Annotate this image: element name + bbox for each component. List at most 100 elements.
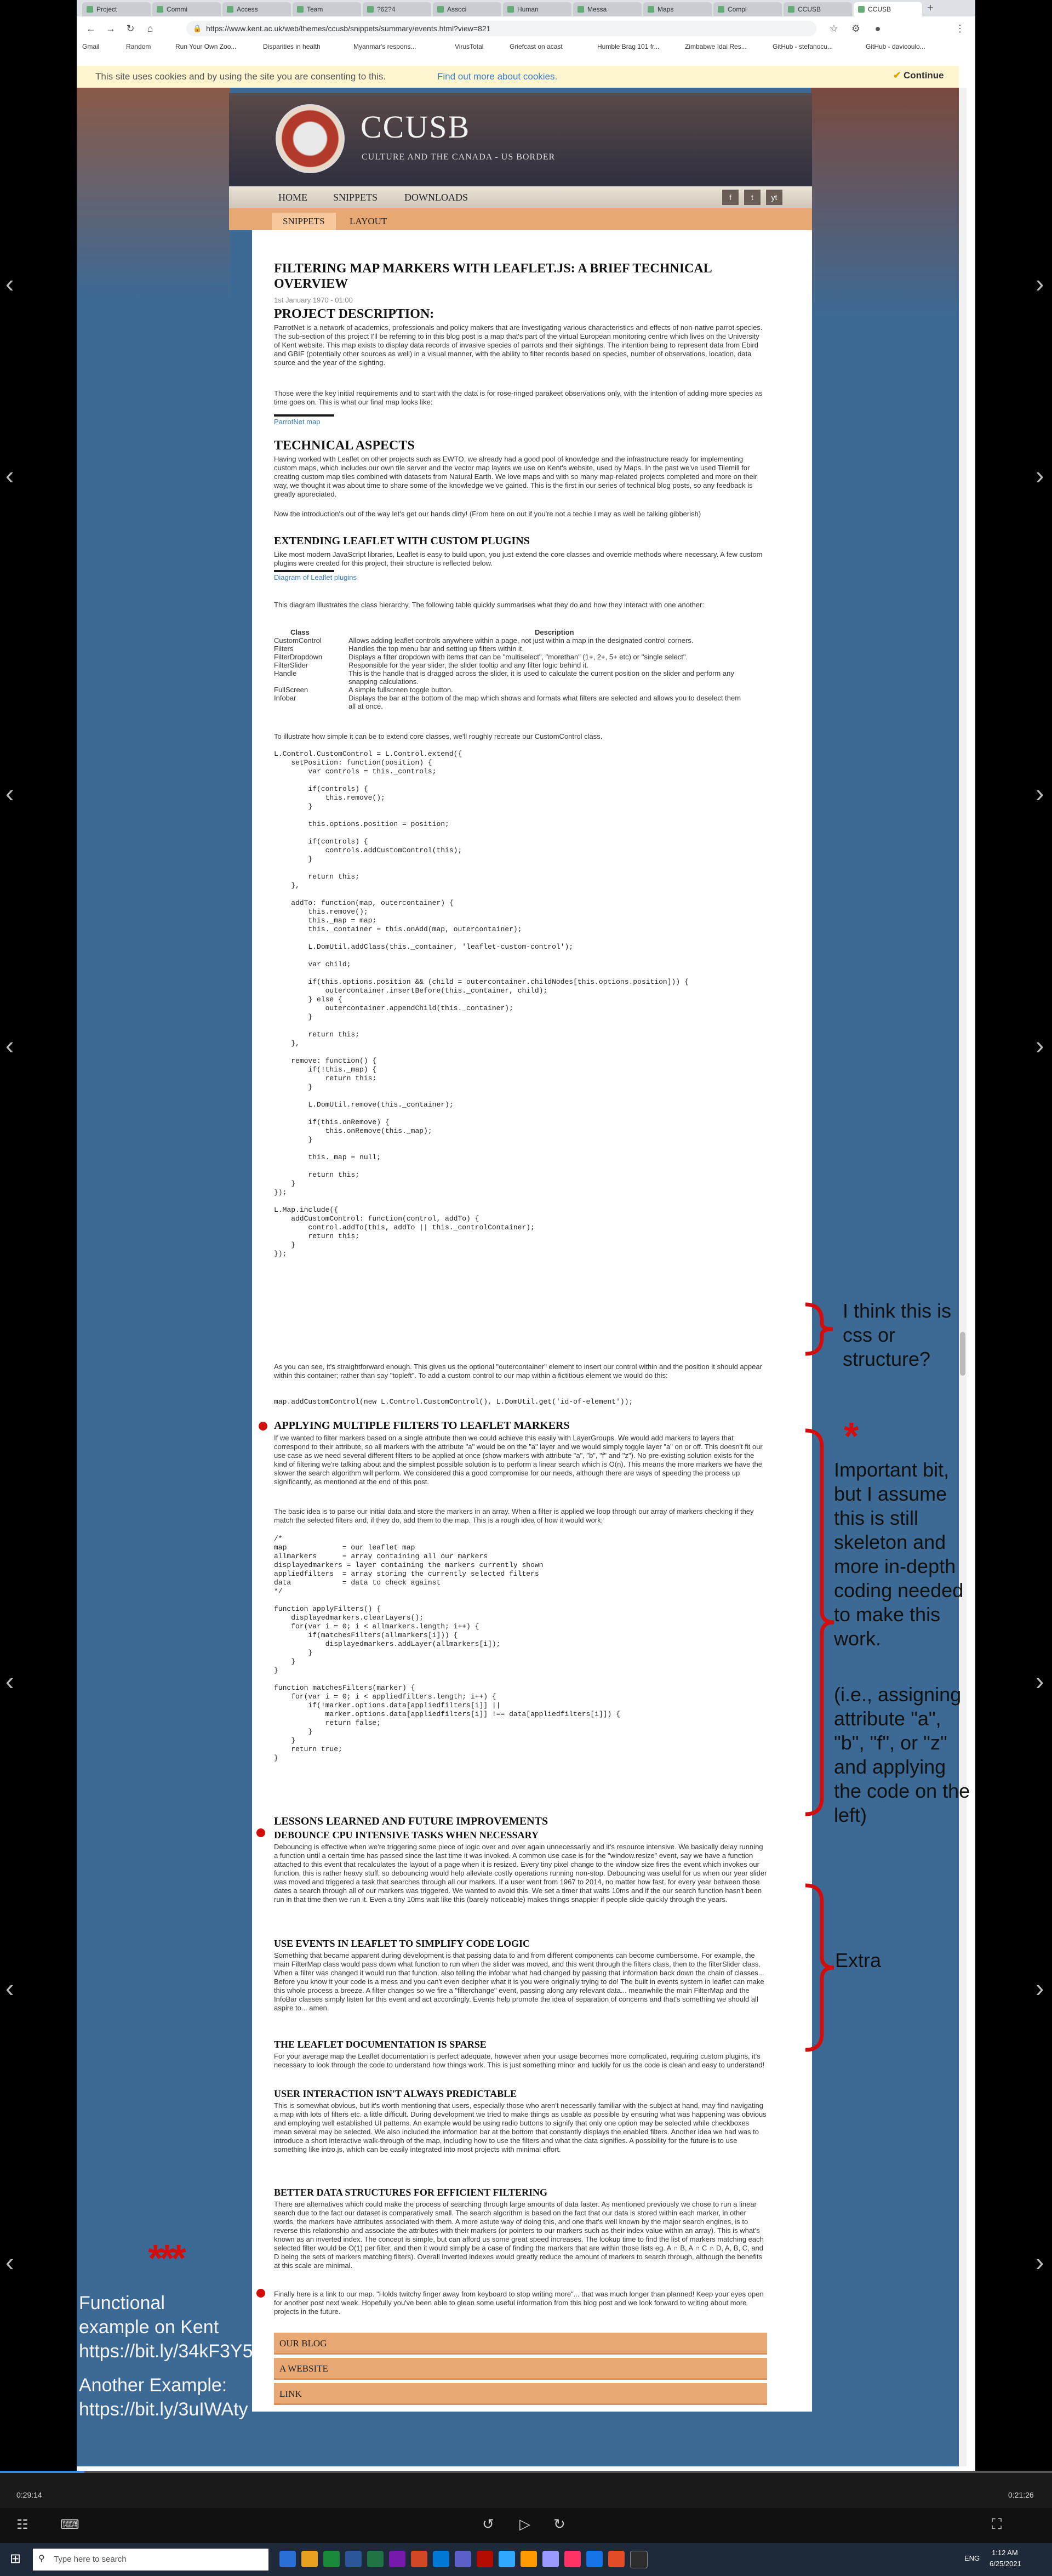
heading-multiple-filters: APPLYING MULTIPLE FILTERS TO LEAFLET MAR…	[274, 1420, 570, 1432]
next-arrow-icon[interactable]: ›	[1036, 269, 1044, 298]
browser-tab-active[interactable]: CCUSB	[854, 2, 922, 16]
language-indicator[interactable]: ENG	[964, 2554, 980, 2562]
bookmark-item[interactable]: VirusTotal	[455, 43, 483, 50]
bookmark-item[interactable]: Zimbabwe Idai Res...	[685, 43, 747, 50]
nav-snippets[interactable]: SNIPPETS	[333, 192, 378, 203]
footer-link-blog[interactable]: OUR BLOG	[274, 2333, 767, 2355]
browser-tab[interactable]: Human	[503, 2, 571, 16]
browser-tab[interactable]: Access	[222, 2, 291, 16]
prev-arrow-icon[interactable]: ‹	[5, 1030, 14, 1060]
bookmark-item[interactable]: Humble Brag 101 fr...	[597, 43, 659, 50]
fullscreen-icon[interactable]: ⛶	[992, 2516, 1002, 2533]
premiere-icon[interactable]	[542, 2551, 559, 2567]
browser-tab[interactable]: Associ	[433, 2, 501, 16]
nav-home[interactable]: HOME	[278, 192, 307, 203]
bookmark-item[interactable]: Gmail	[82, 43, 99, 50]
menu-icon[interactable]: ⋮	[953, 22, 967, 35]
bookmark-item[interactable]: GitHub - davicoulo...	[866, 43, 925, 50]
file-explorer-icon[interactable]	[301, 2551, 318, 2567]
next-arrow-icon[interactable]: ›	[1036, 1666, 1044, 1696]
next-arrow-icon[interactable]: ›	[1036, 460, 1044, 490]
bookmark-item[interactable]: Disparities in health	[263, 43, 321, 50]
address-bar[interactable]: 🔒 https://www.kent.ac.uk/web/themes/ccus…	[186, 21, 816, 36]
back-icon[interactable]: ←	[84, 22, 98, 35]
chrome-icon[interactable]	[323, 2551, 340, 2567]
app-icon[interactable]	[630, 2551, 648, 2568]
caption-icon[interactable]: ⌨	[60, 2517, 79, 2533]
next-arrow-icon[interactable]: ›	[1036, 2247, 1044, 2277]
bookmark-item[interactable]: Random	[126, 43, 151, 50]
powerpoint-icon[interactable]	[411, 2551, 427, 2567]
app-icon[interactable]	[608, 2551, 625, 2567]
new-tab-button[interactable]: +	[927, 2, 934, 15]
prev-arrow-icon[interactable]: ‹	[5, 269, 14, 298]
browser-tab[interactable]: Team	[293, 2, 361, 16]
taskbar-date[interactable]: 6/25/2021	[990, 2560, 1021, 2568]
footer-link-website[interactable]: A WEBSITE	[274, 2358, 767, 2380]
browser-tab[interactable]: CCUSB	[784, 2, 852, 16]
app-icon[interactable]	[586, 2551, 603, 2567]
outlook-icon[interactable]	[433, 2551, 449, 2567]
taskbar-search[interactable]: ⚲ Type here to search	[33, 2549, 268, 2571]
profile-icon[interactable]: ●	[871, 22, 884, 35]
word-icon[interactable]	[345, 2551, 362, 2567]
youtube-icon[interactable]: yt	[766, 190, 782, 205]
excel-icon[interactable]	[367, 2551, 384, 2567]
next-arrow-icon[interactable]: ›	[1036, 1973, 1044, 2003]
table-cell: Handles the top menu bar and setting up …	[348, 645, 524, 653]
task-view-icon[interactable]	[279, 2551, 296, 2567]
forward-icon[interactable]: →	[104, 22, 117, 35]
illustrator-icon[interactable]	[521, 2551, 537, 2567]
prev-arrow-icon[interactable]: ‹	[5, 1666, 14, 1696]
twitter-icon[interactable]: t	[744, 190, 761, 205]
prev-arrow-icon[interactable]: ‹	[5, 778, 14, 808]
onenote-icon[interactable]	[389, 2551, 405, 2567]
nav-downloads[interactable]: DOWNLOADS	[404, 192, 468, 203]
photoshop-icon[interactable]	[499, 2551, 515, 2567]
prev-arrow-icon[interactable]: ‹	[5, 1973, 14, 2003]
browser-tab[interactable]: Maps	[643, 2, 712, 16]
play-icon[interactable]: ▷	[519, 2516, 530, 2533]
bookmark-item[interactable]: Griefcast on acast	[510, 43, 563, 50]
acrobat-icon[interactable]	[477, 2551, 493, 2567]
browser-tab[interactable]: ?62?4	[363, 2, 431, 16]
site-logo[interactable]	[276, 104, 345, 173]
taskbar-clock[interactable]: 1:12 AM	[992, 2549, 1018, 2557]
page-scrollbar[interactable]	[959, 88, 967, 2466]
cookie-continue-button[interactable]: ✔ Continue	[893, 70, 944, 81]
facebook-icon[interactable]: f	[722, 190, 739, 205]
browser-tab[interactable]: Project	[82, 2, 151, 16]
taskbar: ⊞ ⚲ Type here to search ENG 1:12 AM 6/25…	[0, 2543, 1052, 2576]
paragraph: Now the introduction's out of the way le…	[274, 510, 701, 518]
home-icon[interactable]: ⌂	[144, 22, 157, 35]
bookmark-item[interactable]: GitHub - stefanocu...	[773, 43, 833, 50]
forward-skip-icon[interactable]: ↻	[553, 2516, 565, 2533]
next-arrow-icon[interactable]: ›	[1036, 778, 1044, 808]
cookie-link[interactable]: Find out more about cookies.	[437, 71, 557, 82]
browser-tab[interactable]: Commi	[152, 2, 221, 16]
prev-arrow-icon[interactable]: ‹	[5, 2247, 14, 2277]
bookmark-item[interactable]: Run Your Own Zoo...	[175, 43, 236, 50]
prev-arrow-icon[interactable]: ‹	[5, 460, 14, 490]
paragraph: For your average map the Leaflet documen…	[274, 2052, 765, 2069]
browser-toolbar: ← → ↻ ⌂ 🔒 https://www.kent.ac.uk/web/the…	[77, 16, 975, 41]
video-progress-track[interactable]	[0, 2471, 1052, 2473]
extension-icon[interactable]: ⚙	[849, 22, 862, 35]
teams-icon[interactable]	[455, 2551, 471, 2567]
browser-tab[interactable]: Messa	[573, 2, 642, 16]
subnav-snippets[interactable]: SNIPPETS	[272, 213, 336, 230]
reload-icon[interactable]: ↻	[124, 22, 137, 35]
next-arrow-icon[interactable]: ›	[1036, 1030, 1044, 1060]
red-brace-1	[805, 1302, 833, 1356]
browser-tab[interactable]: Compl	[713, 2, 782, 16]
indesign-icon[interactable]	[564, 2551, 581, 2567]
rewind-icon[interactable]: ↺	[482, 2516, 494, 2533]
windows-start-icon[interactable]: ⊞	[10, 2551, 21, 2567]
subnav-layout[interactable]: LAYOUT	[339, 213, 398, 230]
bookmark-star-icon[interactable]: ☆	[827, 22, 841, 35]
footer-link[interactable]: LINK	[274, 2383, 767, 2405]
bookmark-item[interactable]: Myanmar's respons...	[353, 43, 416, 50]
table-cell: FilterSlider	[274, 661, 308, 669]
subtitle-icon[interactable]: ☷	[16, 2517, 28, 2533]
scrollbar-thumb[interactable]	[960, 1332, 965, 1376]
